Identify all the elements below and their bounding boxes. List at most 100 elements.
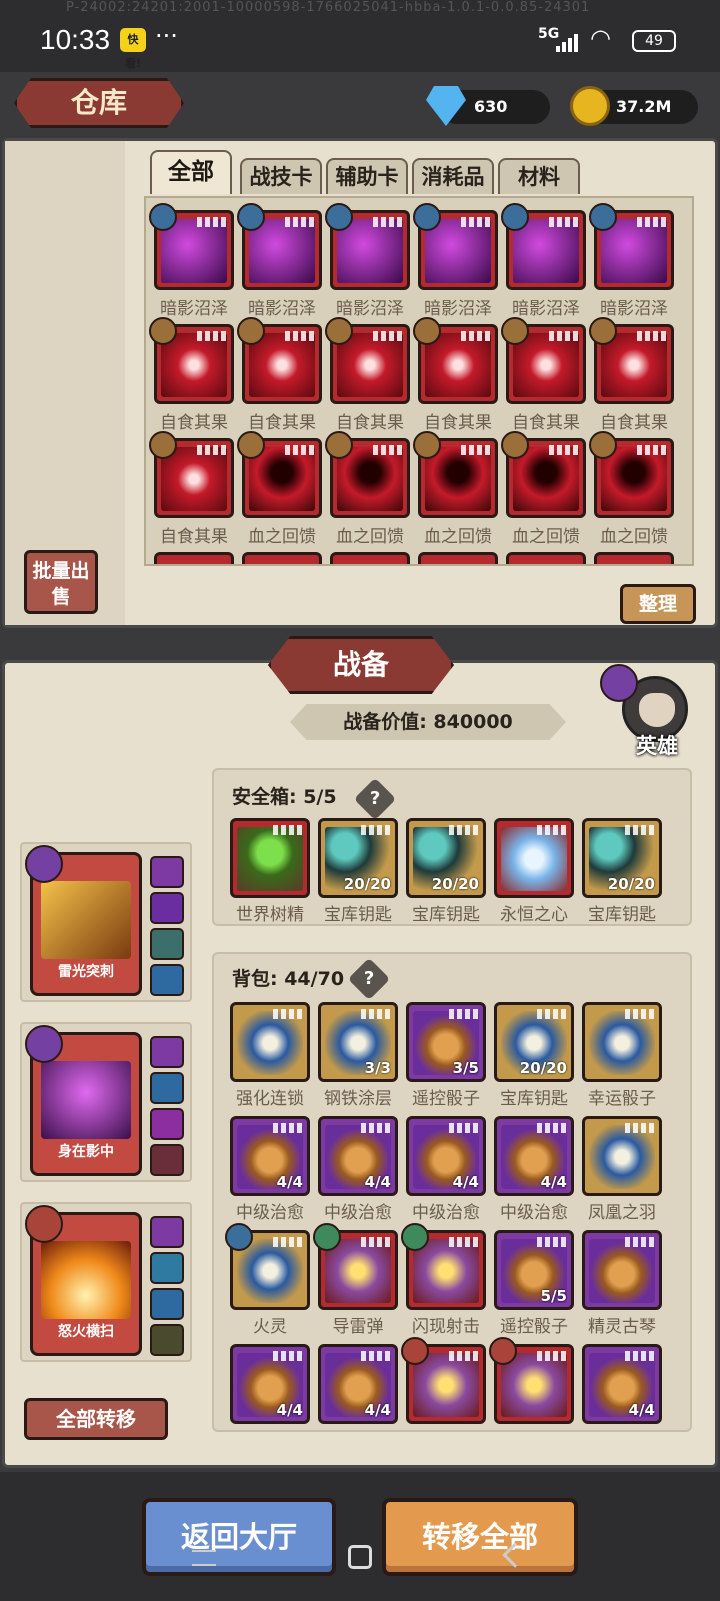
support-slot[interactable] — [150, 964, 184, 996]
warehouse-item[interactable] — [330, 552, 410, 564]
support-slot[interactable] — [150, 1144, 184, 1176]
safe-box-item[interactable] — [494, 818, 574, 898]
durability-pips — [449, 1351, 479, 1361]
backpack-item[interactable]: 4/4 — [230, 1116, 310, 1196]
sort-button[interactable]: 整理 — [620, 584, 696, 624]
transfer-all-button[interactable]: 转移全部 — [382, 1498, 578, 1576]
backpack-item[interactable]: 4/4 — [230, 1344, 310, 1424]
item-count: 3/5 — [452, 1059, 479, 1077]
warehouse-item-grid[interactable]: 暗影沼泽 暗影沼泽 暗影沼泽 暗影沼泽 暗影沼泽 暗影沼泽 自食其果 自食其果 自食其果 自食其果… — [144, 196, 694, 566]
warehouse-item[interactable] — [237, 203, 322, 290]
backpack-item[interactable] — [489, 1337, 574, 1424]
tab-support-cards[interactable]: 辅助卡 — [326, 158, 408, 194]
fire-sweep-art — [41, 1241, 131, 1319]
back-to-lobby-button[interactable]: 返回大厅 — [142, 1498, 336, 1576]
warehouse-item[interactable] — [589, 431, 674, 518]
nav-menu-icon[interactable] — [192, 1550, 216, 1566]
backpack-item[interactable] — [401, 1337, 486, 1424]
batch-sell-button[interactable]: 批量出售 — [24, 550, 98, 614]
item-count: 4/4 — [628, 1401, 655, 1419]
safe-box-help-icon[interactable]: ? — [353, 777, 397, 821]
warehouse-item[interactable] — [149, 431, 234, 518]
support-slot[interactable] — [150, 1036, 184, 1068]
support-slot[interactable] — [150, 1216, 184, 1248]
skill-card[interactable]: 怒火横扫 — [25, 1205, 142, 1356]
warehouse-item[interactable] — [594, 552, 674, 564]
backpack-item[interactable] — [225, 1223, 310, 1310]
item-label: 宝库钥匙 — [324, 905, 392, 925]
warehouse-item[interactable] — [501, 431, 586, 518]
warehouse-item[interactable] — [413, 203, 498, 290]
diamond-counter[interactable]: 630 — [426, 86, 550, 126]
durability-pips — [625, 1123, 655, 1133]
backpack-item[interactable] — [582, 1002, 662, 1082]
backpack-item[interactable]: 4/4 — [494, 1116, 574, 1196]
backpack-item[interactable]: 5/5 — [494, 1230, 574, 1310]
warehouse-item[interactable] — [506, 552, 586, 564]
warehouse-item[interactable] — [149, 203, 234, 290]
support-slot[interactable] — [150, 1108, 184, 1140]
backpack-item[interactable]: 4/4 — [318, 1344, 398, 1424]
battery-icon: 49 — [632, 30, 676, 52]
safe-box-panel: 安全箱: 5/5 ? 世界树精 20/20 宝库钥匙 20/20 宝库钥匙 永恒之心 20/… — [212, 768, 692, 926]
safe-box-item[interactable]: 20/20 — [406, 818, 486, 898]
support-slot[interactable] — [150, 1252, 184, 1284]
item-label: 血之回馈 — [424, 527, 492, 547]
hero-portrait — [639, 693, 675, 727]
item-label: 血之回馈 — [336, 527, 404, 547]
support-slot[interactable] — [150, 856, 184, 888]
backpack-item[interactable] — [582, 1230, 662, 1310]
warehouse-item[interactable] — [589, 317, 674, 404]
safe-box-item[interactable] — [230, 818, 310, 898]
skill-card[interactable]: 身在影中 — [25, 1025, 142, 1176]
backpack-item[interactable]: 4/4 — [318, 1116, 398, 1196]
tab-consumables[interactable]: 消耗品 — [412, 158, 494, 194]
item-count: 20/20 — [519, 1059, 567, 1077]
support-slot[interactable] — [150, 892, 184, 924]
warehouse-item[interactable] — [413, 317, 498, 404]
tab-skill-cards[interactable]: 战技卡 — [240, 158, 322, 194]
warehouse-item[interactable] — [325, 203, 410, 290]
skill-class-icon — [25, 845, 63, 883]
backpack-item[interactable] — [401, 1223, 486, 1310]
warehouse-item[interactable] — [237, 317, 322, 404]
backpack-item[interactable]: 3/3 — [318, 1002, 398, 1082]
warehouse-item[interactable] — [237, 431, 322, 518]
backpack-item[interactable]: 4/4 — [582, 1344, 662, 1424]
warehouse-item[interactable] — [325, 317, 410, 404]
safe-box-item[interactable]: 20/20 — [582, 818, 662, 898]
item-class-icon — [237, 203, 265, 231]
gold-counter[interactable]: 37.2M — [570, 86, 698, 126]
warehouse-item[interactable] — [501, 317, 586, 404]
warehouse-item[interactable] — [154, 552, 234, 564]
safe-box-item[interactable]: 20/20 — [318, 818, 398, 898]
backpack-item[interactable]: 3/5 — [406, 1002, 486, 1082]
durability-pips — [373, 331, 403, 341]
backpack-item[interactable] — [582, 1116, 662, 1196]
warehouse-item[interactable] — [501, 203, 586, 290]
skill-card[interactable]: 雷光突刺 — [25, 845, 142, 996]
tab-materials[interactable]: 材料 — [498, 158, 580, 194]
item-class-icon — [413, 317, 441, 345]
support-slot[interactable] — [150, 1324, 184, 1356]
nav-home-icon[interactable] — [348, 1545, 372, 1569]
warehouse-item[interactable] — [325, 431, 410, 518]
warehouse-item[interactable] — [589, 203, 674, 290]
warehouse-item[interactable] — [242, 552, 322, 564]
warehouse-item[interactable] — [413, 431, 498, 518]
backpack-help-icon[interactable]: ? — [347, 957, 391, 1001]
backpack-item[interactable]: 4/4 — [406, 1116, 486, 1196]
gold-coin-icon — [570, 86, 610, 126]
warehouse-item[interactable] — [418, 552, 498, 564]
backpack-item[interactable] — [313, 1223, 398, 1310]
safe-box-title: 安全箱: 5/5 — [232, 786, 337, 808]
support-slot[interactable] — [150, 1072, 184, 1104]
backpack-item[interactable] — [230, 1002, 310, 1082]
support-slot[interactable] — [150, 928, 184, 960]
backpack-item[interactable]: 20/20 — [494, 1002, 574, 1082]
warehouse-item[interactable] — [149, 317, 234, 404]
tab-all[interactable]: 全部 — [150, 150, 232, 194]
item-class-icon — [237, 317, 265, 345]
transfer-all-equipped-button[interactable]: 全部转移 — [24, 1398, 168, 1440]
support-slot[interactable] — [150, 1288, 184, 1320]
